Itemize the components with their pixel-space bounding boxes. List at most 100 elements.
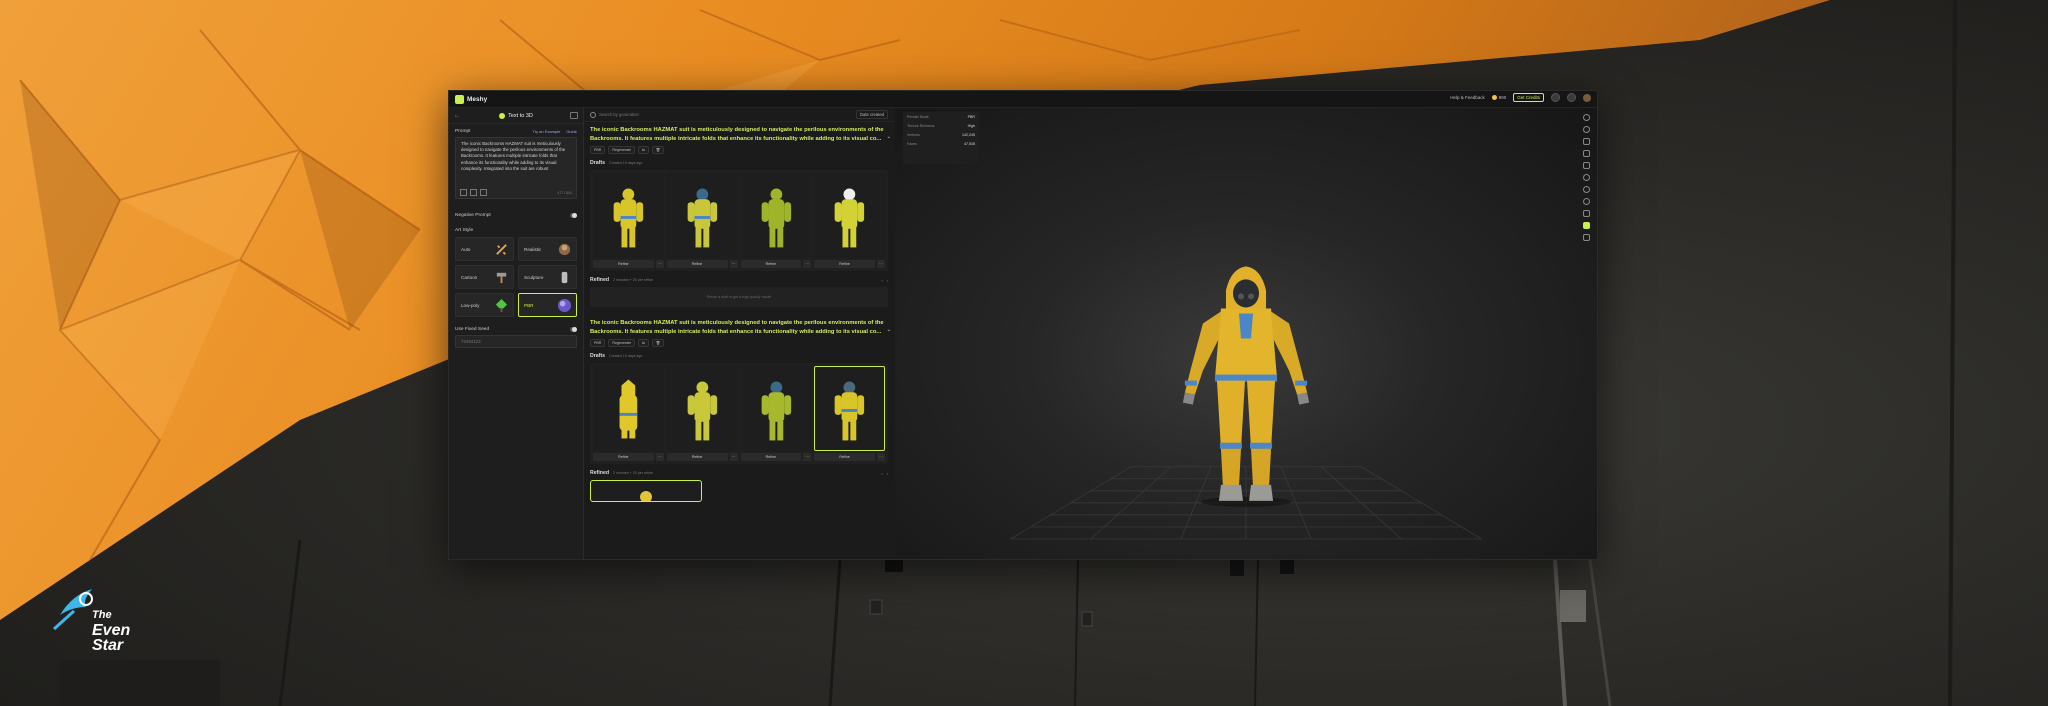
refine-button[interactable]: Refine — [666, 453, 728, 461]
more-icon[interactable]: ⋯ — [877, 453, 885, 461]
meshy-app-window: Meshy Help & Feedback 890 Get Credits ← … — [448, 90, 1598, 560]
refined-thumbnail[interactable] — [590, 480, 702, 502]
chevron-down-icon[interactable]: ⌄ — [887, 326, 891, 335]
apps-icon[interactable] — [1551, 93, 1560, 102]
hazmat-suit-thumb — [619, 379, 638, 439]
copy-icon[interactable]: ⧉ — [638, 146, 649, 154]
draft-thumbnail-selected[interactable] — [814, 366, 885, 451]
panel-title-text: Text to 3D — [508, 112, 533, 119]
low-poly-style-thumb — [495, 298, 508, 313]
style-auto[interactable]: Auto — [455, 237, 514, 261]
settings-icon[interactable] — [1582, 198, 1590, 205]
next-arrow-icon[interactable]: › — [887, 278, 888, 283]
draft-item[interactable]: Refine ⋯ — [666, 366, 738, 461]
search-input[interactable]: Search by generation — [590, 111, 639, 118]
next-arrow-icon[interactable]: › — [887, 471, 888, 476]
collapse-panel-icon[interactable] — [570, 112, 578, 119]
task-title[interactable]: The iconic Backrooms HAZMAT suit is meti… — [590, 319, 891, 336]
more-icon[interactable]: ⋯ — [729, 260, 738, 268]
more-icon[interactable]: ⋯ — [655, 260, 664, 268]
draft-thumbnail[interactable] — [593, 173, 664, 258]
top-right-actions: Help & Feedback 890 Get Credits — [1450, 93, 1591, 102]
refine-button[interactable]: Refine — [593, 260, 654, 268]
regenerate-button[interactable]: Regenerate — [608, 146, 636, 154]
more-icon[interactable]: ⋯ — [803, 260, 812, 268]
get-credits-button[interactable]: Get Credits — [1513, 93, 1544, 102]
negative-prompt-label: Negative Prompt — [455, 213, 491, 218]
credits-badge[interactable]: 890 — [1491, 95, 1506, 101]
drafts-time: Created 19 days ago — [609, 354, 643, 358]
draft-thumbnail[interactable] — [666, 173, 738, 258]
refined-label: Refined — [590, 470, 610, 476]
realistic-style-thumb — [558, 243, 571, 256]
style-cartoon[interactable]: Cartoon — [455, 265, 514, 289]
draft-item[interactable]: Refine ⋯ — [814, 173, 885, 268]
style-realistic[interactable]: Realistic — [518, 237, 577, 261]
draft-thumbnail[interactable] — [666, 366, 738, 451]
brush-icon[interactable] — [1582, 210, 1590, 217]
regenerate-button[interactable]: Regenerate — [608, 339, 636, 347]
draft-actions: Refine ⋯ — [740, 260, 812, 268]
draft-item[interactable]: Refine ⋯ — [666, 173, 738, 268]
texture-icon[interactable] — [1582, 174, 1590, 181]
draft-item[interactable]: Refine ⋯ — [740, 366, 812, 461]
copy-icon[interactable]: ⧉ — [638, 339, 649, 347]
download-icon[interactable] — [1582, 222, 1590, 229]
more-icon[interactable]: ⋯ — [655, 453, 664, 461]
draft-item[interactable]: Refine ⋯ — [814, 366, 885, 461]
task-title[interactable]: The iconic Backrooms HAZMAT suit is meti… — [590, 126, 891, 143]
screen-icon[interactable] — [1582, 150, 1590, 157]
material-icon[interactable] — [1582, 186, 1590, 193]
more-icon[interactable]: ⋯ — [877, 260, 885, 268]
prev-arrow-icon[interactable]: ‹ — [881, 278, 882, 283]
chevron-down-icon[interactable]: ⌄ — [887, 133, 891, 142]
magic-icon[interactable] — [480, 189, 487, 196]
refine-button[interactable]: Refine — [814, 260, 875, 268]
hazmat-suit-thumb — [761, 188, 791, 248]
help-feedback-link[interactable]: Help & Feedback — [1450, 95, 1485, 100]
refine-button[interactable]: Refine — [666, 260, 728, 268]
more-icon[interactable]: ⋯ — [803, 453, 812, 461]
environment-icon[interactable] — [1582, 126, 1590, 133]
wireframe-icon[interactable] — [1582, 138, 1590, 145]
draft-thumbnail[interactable] — [740, 366, 812, 451]
seed-input[interactable]: 72494123 — [455, 335, 577, 348]
negative-prompt-toggle[interactable] — [570, 213, 577, 218]
refine-button[interactable]: Refine — [593, 453, 654, 461]
draft-thumbnail[interactable] — [814, 173, 885, 258]
style-sculpture[interactable]: Sculpture — [518, 265, 577, 289]
prompt-textarea[interactable]: The iconic Backrooms HAZMAT suit is meti… — [455, 137, 577, 199]
sort-dropdown[interactable]: Date created — [856, 110, 888, 119]
more-icon[interactable]: ⋯ — [729, 453, 738, 461]
draft-thumbnail[interactable] — [593, 366, 664, 451]
draft-thumbnail[interactable] — [740, 173, 812, 258]
guide-link[interactable]: Guide — [566, 129, 577, 134]
delete-icon[interactable]: 🗑 — [651, 339, 665, 347]
style-low-poly[interactable]: Low-poly — [455, 293, 514, 317]
refined-meta: 2 minutes + 20 per refine — [613, 471, 653, 475]
draft-item[interactable]: Refine ⋯ — [740, 173, 812, 268]
translate-icon[interactable] — [470, 189, 477, 196]
even-star-logo-text: The Even Star — [92, 608, 130, 654]
share-icon[interactable] — [1582, 234, 1590, 241]
fixed-seed-row: Use Fixed Seed — [449, 327, 583, 332]
refine-button[interactable]: Refine — [740, 260, 802, 268]
grid-icon[interactable] — [1582, 162, 1590, 169]
draft-item[interactable]: Refine ⋯ — [593, 366, 664, 461]
fixed-seed-toggle[interactable] — [570, 327, 577, 332]
refine-button[interactable]: Refine — [814, 453, 875, 461]
try-example-link[interactable]: Try an Example — [532, 129, 560, 134]
info-key: Texture Richness — [907, 124, 935, 128]
lighting-icon[interactable] — [1582, 114, 1590, 121]
notification-bell-icon[interactable] — [1567, 93, 1576, 102]
brand[interactable]: Meshy — [455, 94, 487, 104]
draft-item[interactable]: Refine ⋯ — [593, 173, 664, 268]
avatar[interactable] — [1583, 93, 1591, 102]
prev-arrow-icon[interactable]: ‹ — [881, 471, 882, 476]
image-icon[interactable] — [460, 189, 467, 196]
model-viewer[interactable]: Render Mode PBR Texture Richness High Vert… — [895, 108, 1597, 559]
style-pbr[interactable]: PBR — [518, 293, 577, 317]
back-arrow-icon[interactable]: ← — [454, 113, 460, 119]
delete-icon[interactable]: 🗑 — [651, 146, 665, 154]
refine-button[interactable]: Refine — [740, 453, 802, 461]
